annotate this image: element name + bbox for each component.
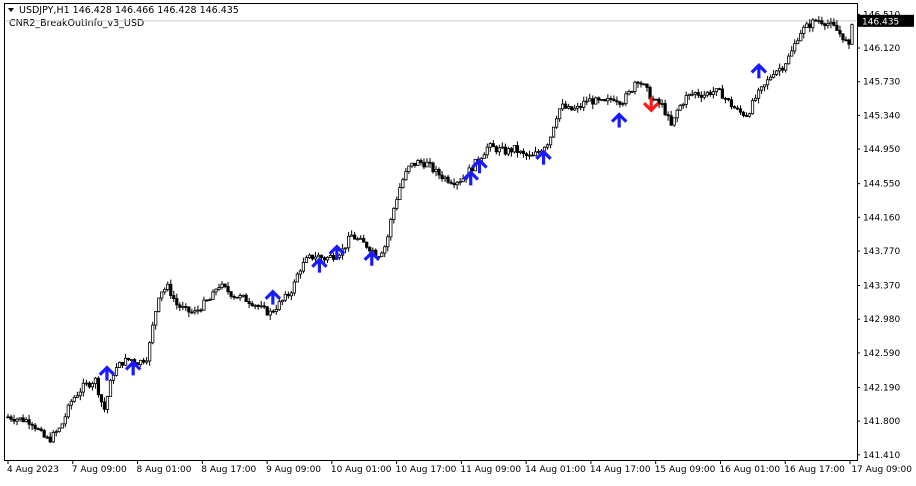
- candle: [60, 423, 64, 429]
- candle: [108, 378, 113, 397]
- price-tag-label: 146.435: [862, 17, 899, 27]
- candle: [431, 161, 435, 174]
- time-tick-label: 16 Aug 17:00: [784, 465, 845, 475]
- time-tick-label: 17 Aug 09:00: [851, 465, 912, 475]
- candle: [570, 106, 574, 111]
- candle: [66, 403, 70, 420]
- candle: [389, 217, 393, 241]
- price-tick-label: 144.550: [863, 180, 900, 190]
- candle: [750, 98, 755, 115]
- candle: [235, 296, 239, 299]
- time-tick-label: 8 Aug 01:00: [137, 465, 192, 475]
- time-tick-label: 7 Aug 09:00: [72, 465, 127, 475]
- chart-canvas[interactable]: USDJPY,H1 146.428 146.466 146.428 146.43…: [0, 0, 916, 486]
- symbol-header: USDJPY,H1 146.428 146.466 146.428 146.43…: [19, 5, 239, 16]
- current-price-tag: 146.435: [858, 14, 914, 27]
- price-tick-label: 143.370: [863, 282, 900, 292]
- candle: [265, 305, 269, 316]
- candle: [117, 361, 122, 368]
- candle: [157, 297, 161, 313]
- price-tick-label: 143.770: [863, 247, 900, 257]
- time-tick-label: 4 Aug 2023: [7, 465, 59, 475]
- candle: [42, 428, 46, 438]
- price-tick-label: 141.410: [863, 451, 900, 461]
- price-tick-label: 144.950: [863, 145, 900, 155]
- time-tick-label: 9 Aug 09:00: [266, 465, 321, 475]
- time-tick-label: 11 Aug 09:00: [460, 465, 521, 475]
- price-tick-label: 144.160: [863, 213, 900, 223]
- time-tick-label: 14 Aug 17:00: [590, 465, 651, 475]
- price-tick-label: 145.340: [863, 111, 900, 121]
- time-tick-label: 10 Aug 17:00: [396, 465, 457, 475]
- price-tick-label: 142.590: [863, 349, 900, 359]
- candle: [151, 321, 155, 345]
- price-tick-label: 142.190: [863, 383, 900, 393]
- indicator-name: CNR2_BreakOutInfo_v3_USD: [9, 18, 144, 29]
- time-tick-label: 10 Aug 01:00: [331, 465, 392, 475]
- plot-frame: [4, 3, 858, 461]
- price-tick-label: 142.980: [863, 315, 900, 325]
- time-tick-label: 8 Aug 17:00: [201, 465, 256, 475]
- time-tick-label: 14 Aug 01:00: [525, 465, 586, 475]
- price-axis[interactable]: 146.510146.120145.730145.340144.950144.5…: [857, 10, 900, 461]
- candle: [603, 98, 607, 102]
- candle: [594, 96, 598, 105]
- price-tick-label: 145.730: [863, 78, 900, 88]
- price-tick-label: 146.120: [863, 44, 900, 54]
- candle: [630, 90, 634, 93]
- candle: [96, 376, 101, 398]
- price-tick-label: 141.800: [863, 417, 900, 427]
- time-tick-label: 15 Aug 09:00: [655, 465, 716, 475]
- candle: [600, 99, 604, 102]
- time-tick-label: 16 Aug 01:00: [719, 465, 780, 475]
- candle: [57, 427, 61, 433]
- candle: [551, 126, 556, 138]
- time-axis[interactable]: 4 Aug 2023 7 Aug 09:00 8 Aug 01:00 8 Aug 17…: [7, 460, 912, 475]
- candle: [292, 279, 296, 296]
- candle: [850, 23, 854, 46]
